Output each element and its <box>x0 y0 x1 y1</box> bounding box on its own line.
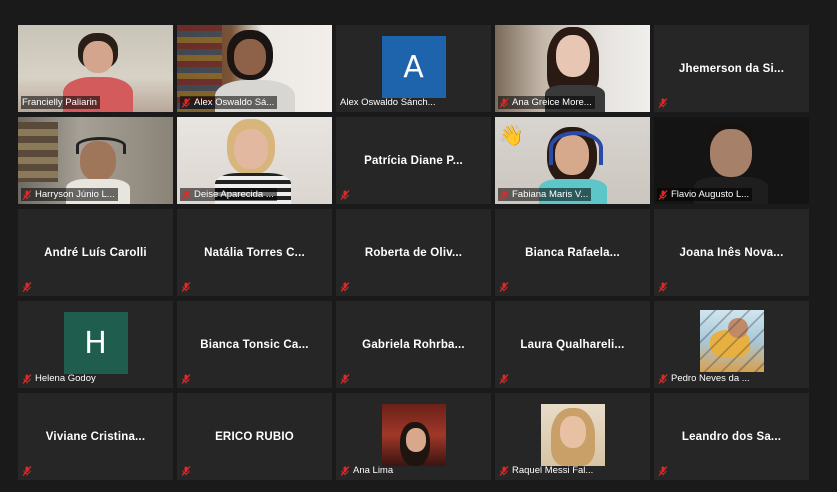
mic-muted-icon <box>181 466 191 476</box>
participant-display-name: André Luís Carolli <box>44 246 147 259</box>
participant-display-name: Natália Torres C... <box>204 246 305 259</box>
mic-muted-icon <box>22 190 32 200</box>
participant-name-label <box>180 372 194 385</box>
participant-display-name: Bianca Rafaela... <box>525 246 620 259</box>
participant-name-label: Raquel Messi Fal... <box>498 464 596 477</box>
mic-muted-icon <box>658 282 668 292</box>
participant-tile-laura[interactable]: Laura Qualhareli... <box>495 301 650 388</box>
mic-muted-icon <box>499 282 509 292</box>
participant-name-label <box>339 188 353 201</box>
participant-name-label <box>21 464 35 477</box>
mic-muted-icon <box>340 190 350 200</box>
mic-muted-icon <box>22 282 32 292</box>
participant-tile-deise[interactable]: Deise Aparecida ... <box>177 117 332 204</box>
mic-muted-icon <box>658 466 668 476</box>
profile-photo <box>540 404 605 466</box>
mic-muted-icon <box>658 374 668 384</box>
mic-muted-icon <box>340 466 350 476</box>
participant-display-name: Leandro dos Sa... <box>681 430 782 443</box>
participant-display-name: Joana Inês Nova... <box>679 246 784 259</box>
participant-tile-natalia[interactable]: Natália Torres C... <box>177 209 332 296</box>
participant-name-label: Alex Oswaldo Sá... <box>180 96 278 109</box>
participant-name-label <box>657 464 671 477</box>
mic-muted-icon <box>658 190 668 200</box>
participant-display-name: Bianca Tonsic Ca... <box>200 338 309 351</box>
mic-muted-icon <box>181 190 191 200</box>
participant-tile-alex-video[interactable]: Alex Oswaldo Sá... <box>177 25 332 112</box>
participant-display-name: Roberta de Oliv... <box>364 246 463 259</box>
participant-name-label <box>180 280 194 293</box>
profile-photo <box>381 404 446 466</box>
participant-name-label: Helena Godoy <box>21 372 99 385</box>
participant-name-label: Ana Lima <box>339 464 396 477</box>
participant-name-label <box>339 280 353 293</box>
participant-name-label <box>339 372 353 385</box>
participant-name-label: Pedro Neves da ... <box>657 372 753 385</box>
mic-muted-icon <box>181 374 191 384</box>
mic-muted-icon <box>499 190 509 200</box>
participant-display-name: Patrícia Diane P... <box>364 154 463 167</box>
participant-tile-erico[interactable]: ERICO RUBIO <box>177 393 332 480</box>
participant-name-label: Harryson Júnio L... <box>21 188 118 201</box>
participant-tile-patricia[interactable]: Patrícia Diane P... <box>336 117 491 204</box>
mic-muted-icon <box>499 466 509 476</box>
participant-tile-helena[interactable]: H Helena Godoy <box>18 301 173 388</box>
participant-tile-fabiana[interactable]: 👋 Fabiana Maris V... <box>495 117 650 204</box>
participant-name-label <box>180 464 194 477</box>
participant-tile-joana[interactable]: Joana Inês Nova... <box>654 209 809 296</box>
participant-tile-roberta[interactable]: Roberta de Oliv... <box>336 209 491 296</box>
participant-display-name: Gabriela Rohrba... <box>362 338 465 351</box>
mic-muted-icon <box>658 98 668 108</box>
participant-tile-bianca-tonsic[interactable]: Bianca Tonsic Ca... <box>177 301 332 388</box>
participant-name-label <box>657 96 671 109</box>
participant-display-name: Jhemerson da Si... <box>678 62 785 75</box>
participant-name-label: Francielly Paliarin <box>21 96 100 109</box>
mic-muted-icon <box>499 374 509 384</box>
avatar: H <box>63 312 128 374</box>
participant-name-label <box>498 372 512 385</box>
participant-name-label: Alex Oswaldo Sánch... <box>340 97 436 108</box>
participant-tile-ana-greice[interactable]: Ana Greice More... <box>495 25 650 112</box>
mic-muted-icon <box>181 282 191 292</box>
participant-name-label <box>657 280 671 293</box>
participant-display-name: Laura Qualhareli... <box>520 338 625 351</box>
mic-muted-icon <box>22 374 32 384</box>
avatar: A <box>381 36 446 98</box>
participant-tile-flavio[interactable]: Flavio Augusto L... <box>654 117 809 204</box>
participant-display-name: Viviane Cristina... <box>45 430 146 443</box>
mic-muted-icon <box>499 98 509 108</box>
participant-name-label <box>21 280 35 293</box>
participant-name-label <box>498 280 512 293</box>
participant-tile-bianca-rafaela[interactable]: Bianca Rafaela... <box>495 209 650 296</box>
participant-name-label: Deise Aparecida ... <box>180 188 277 201</box>
participant-tile-alex-avatar[interactable]: A Alex Oswaldo Sánch... <box>336 25 491 112</box>
participant-name-label: Ana Greice More... <box>498 96 595 109</box>
wave-reaction-icon: 👋 <box>499 125 524 147</box>
participant-tile-jhemerson[interactable]: Jhemerson da Si... <box>654 25 809 112</box>
participant-tile-ana-lima[interactable]: Ana Lima <box>336 393 491 480</box>
participant-name-label: Fabiana Maris V... <box>498 188 592 201</box>
participant-tile-leandro[interactable]: Leandro dos Sa... <box>654 393 809 480</box>
participant-display-name: ERICO RUBIO <box>215 430 294 443</box>
participant-tile-francielly[interactable]: Francielly Paliarin <box>18 25 173 112</box>
participant-tile-raquel[interactable]: Raquel Messi Fal... <box>495 393 650 480</box>
mic-muted-icon <box>181 98 191 108</box>
mic-muted-icon <box>340 374 350 384</box>
participant-tile-pedro[interactable]: Pedro Neves da ... <box>654 301 809 388</box>
participant-tile-andre[interactable]: André Luís Carolli <box>18 209 173 296</box>
mic-muted-icon <box>22 466 32 476</box>
participant-name-label: Flavio Augusto L... <box>657 188 753 201</box>
gallery-grid: Francielly Paliarin Alex Oswaldo Sá... A… <box>18 25 813 482</box>
profile-photo <box>699 310 764 372</box>
mic-muted-icon <box>340 282 350 292</box>
participant-tile-viviane[interactable]: Viviane Cristina... <box>18 393 173 480</box>
participant-tile-gabriela[interactable]: Gabriela Rohrba... <box>336 301 491 388</box>
participant-tile-harryson[interactable]: Harryson Júnio L... <box>18 117 173 204</box>
